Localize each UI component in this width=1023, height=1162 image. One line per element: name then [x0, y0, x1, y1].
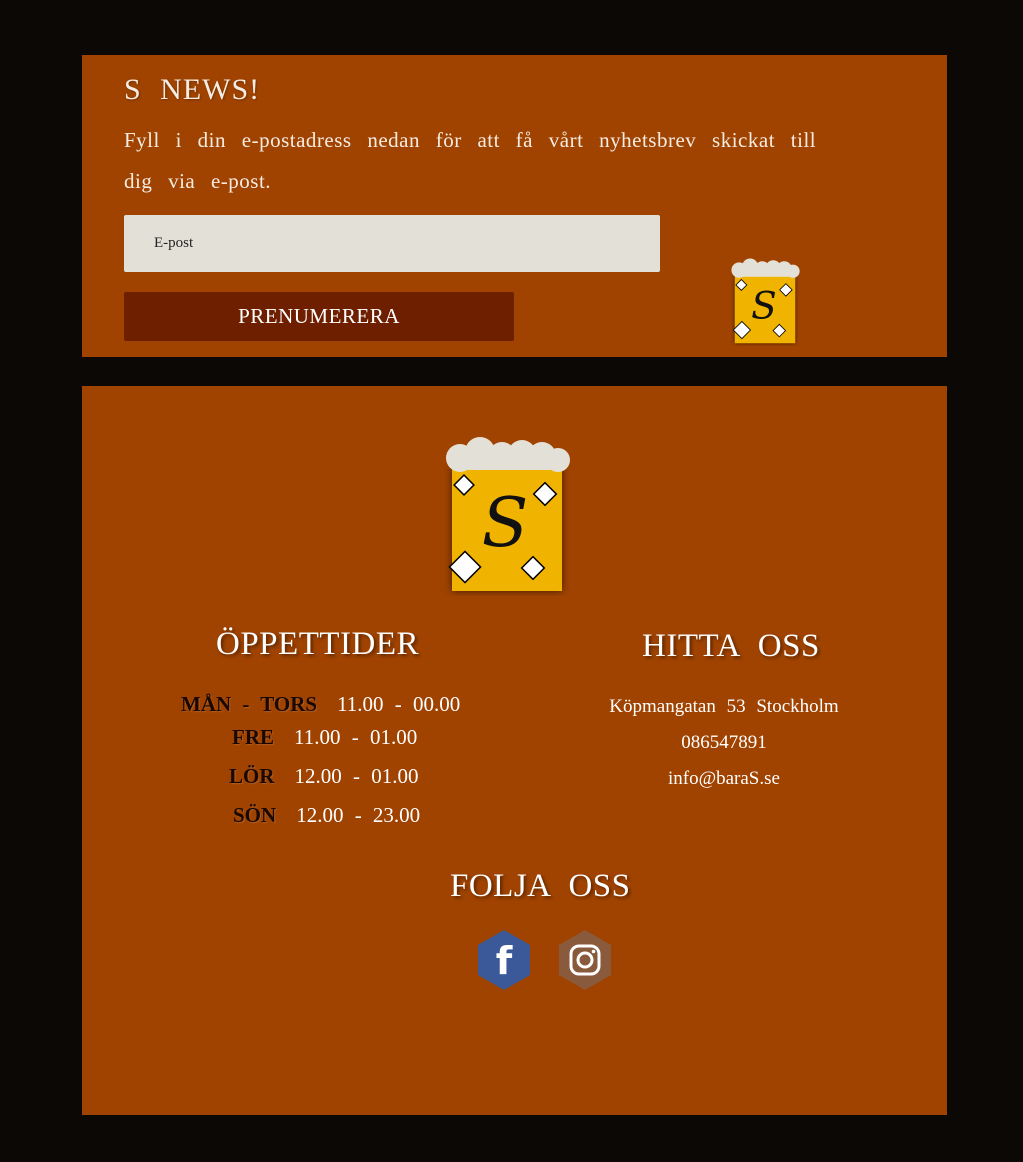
beer-mug-logo-icon: S [731, 258, 800, 344]
phone-text: 086547891 [681, 732, 767, 753]
hours-row: SÖN 12.00 - 23.00 [233, 803, 420, 828]
newsletter-section: S NEWS! Fyll i din e-postadress nedan fö… [82, 55, 947, 357]
hours-day: MÅN - TORS [181, 692, 318, 716]
hours-day: LÖR [229, 764, 275, 788]
opening-hours-title: ÖPPETTIDER [216, 626, 419, 662]
hours-time: 11.00 - 01.00 [294, 725, 418, 749]
hours-time: 12.00 - 01.00 [294, 764, 419, 788]
hours-row: MÅN - TORS 11.00 - 00.00 [181, 692, 460, 717]
hours-row: LÖR 12.00 - 01.00 [229, 764, 419, 789]
address-text: Köpmangatan 53 Stockholm [609, 696, 839, 717]
newsletter-description: Fyll i din e-postadress nedan för att få… [124, 128, 817, 193]
hours-day: SÖN [233, 803, 277, 827]
hours-day: FRE [232, 725, 274, 749]
hours-time: 12.00 - 23.00 [296, 803, 421, 827]
facebook-icon[interactable]: f [476, 928, 532, 992]
subscribe-button[interactable]: PRENUMERERA [124, 292, 514, 341]
newsletter-title: S NEWS! [124, 73, 261, 106]
follow-us-title: FOLJA OSS [450, 868, 631, 904]
hours-row: FRE 11.00 - 01.00 [232, 725, 417, 750]
beer-mug-logo-icon: S [446, 437, 570, 591]
footer-section: S ÖPPETTIDER MÅN - TORS 11.00 - 00.00 FRE… [82, 386, 947, 1115]
svg-text:f: f [496, 939, 513, 983]
email-field[interactable] [124, 215, 660, 272]
svg-text:S: S [751, 284, 777, 328]
hours-time: 11.00 - 00.00 [337, 692, 461, 716]
find-us-title: HITTA OSS [642, 628, 820, 664]
svg-text:S: S [482, 484, 529, 563]
instagram-icon[interactable] [557, 928, 613, 992]
email-link[interactable]: info@baraS.se [574, 768, 874, 790]
